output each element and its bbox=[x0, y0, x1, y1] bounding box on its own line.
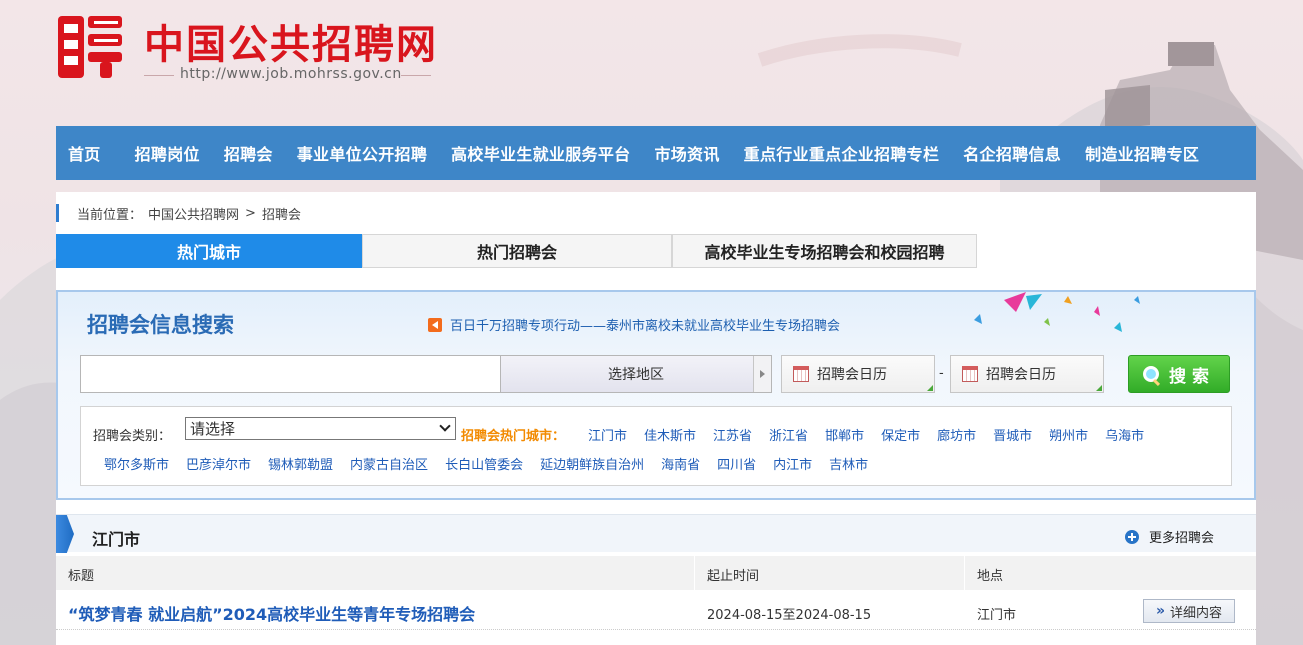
region-label: 选择地区 bbox=[608, 367, 664, 383]
results-section-title: 江门市 bbox=[92, 530, 141, 549]
pin-logo-icon[interactable] bbox=[56, 14, 124, 80]
tab-graduate-fairs[interactable]: 高校毕业生专场招聘会和校园招聘 bbox=[672, 234, 977, 268]
nav-home[interactable]: 首页 bbox=[56, 141, 113, 165]
category-tabs: 热门城市 热门招聘会 高校毕业生专场招聘会和校园招聘 bbox=[56, 234, 977, 268]
more-fairs-label: 更多招聘会 bbox=[1148, 531, 1214, 546]
nav-public-institutions[interactable]: 事业单位公开招聘 bbox=[285, 141, 439, 165]
city-link[interactable]: 内江市 bbox=[773, 454, 812, 473]
table-row: “筑梦青春 就业启航”2024高校毕业生等青年专场招聘会 2024-08-15至… bbox=[56, 592, 1256, 630]
confetti-decoration bbox=[974, 292, 1140, 332]
city-link[interactable]: 鄂尔多斯市 bbox=[104, 454, 169, 473]
search-button-label: 搜索 bbox=[1169, 366, 1215, 387]
city-link[interactable]: 浙江省 bbox=[769, 425, 808, 444]
category-value: 请选择 bbox=[190, 420, 236, 438]
fair-title-link[interactable]: “筑梦青春 就业启航”2024高校毕业生等青年专场招聘会 bbox=[68, 601, 475, 625]
city-link[interactable]: 朔州市 bbox=[1049, 425, 1088, 444]
nav-key-industries[interactable]: 重点行业重点企业招聘专栏 bbox=[732, 141, 952, 165]
tab-hot-fairs[interactable]: 热门招聘会 bbox=[362, 234, 672, 268]
site-title[interactable]: 中国公共招聘网 bbox=[144, 12, 438, 70]
tab-hot-cities[interactable]: 热门城市 bbox=[56, 234, 362, 268]
filter-box: 招聘会类别： 请选择 招聘会热门城市： 江门市 佳木斯市 江苏省 浙江省 邯郸市… bbox=[80, 406, 1232, 486]
url-divider-left bbox=[144, 75, 174, 76]
city-link[interactable]: 吉林市 bbox=[829, 454, 868, 473]
city-link[interactable]: 江苏省 bbox=[713, 425, 752, 444]
category-label: 招聘会类别： bbox=[93, 429, 172, 444]
city-link[interactable]: 海南省 bbox=[661, 454, 700, 473]
city-link[interactable]: 锡林郭勒盟 bbox=[268, 454, 333, 473]
start-date-label: 招聘会日历 bbox=[817, 367, 887, 383]
city-link[interactable]: 延边朝鲜族自治州 bbox=[540, 454, 644, 473]
end-date-label: 招聘会日历 bbox=[986, 367, 1056, 383]
city-link[interactable]: 四川省 bbox=[717, 454, 756, 473]
breadcrumb-current: 招聘会 bbox=[261, 207, 301, 223]
hot-cities-row-2: 鄂尔多斯市 巴彦淖尔市 锡林郭勒盟 内蒙古自治区 长白山管委会 延边朝鲜族自治州… bbox=[104, 454, 885, 473]
plus-circle-icon bbox=[1124, 529, 1139, 544]
city-link[interactable]: 佳木斯市 bbox=[644, 425, 696, 444]
chevron-right-icon[interactable] bbox=[753, 356, 771, 392]
column-divider bbox=[964, 556, 965, 590]
nav-manufacturing[interactable]: 制造业招聘专区 bbox=[1073, 141, 1211, 165]
hot-cities-label: 招聘会热门城市： bbox=[461, 429, 566, 444]
search-panel: 招聘会信息搜索 百日千万招聘专项行动——泰州市离校未就业高校毕业生专场招聘会 选… bbox=[56, 290, 1256, 500]
main-content: 当前位置： 中国公共招聘网 > 招聘会 热门城市 热门招聘会 高校毕业生专场招聘… bbox=[56, 192, 1256, 645]
calendar-icon bbox=[962, 366, 978, 382]
breadcrumb-separator: > bbox=[245, 205, 256, 221]
city-link[interactable]: 内蒙古自治区 bbox=[350, 454, 428, 473]
fair-dates: 2024-08-15至2024-08-15 bbox=[707, 608, 872, 623]
results-header: 江门市 更多招聘会 bbox=[56, 514, 1256, 553]
dropdown-corner-icon bbox=[927, 385, 933, 391]
city-link[interactable]: 乌海市 bbox=[1105, 425, 1144, 444]
url-divider-right bbox=[401, 75, 431, 76]
date-range-dash: - bbox=[939, 366, 944, 381]
column-location: 地点 bbox=[977, 569, 1004, 584]
city-link[interactable]: 长白山管委会 bbox=[445, 454, 523, 473]
speaker-icon bbox=[428, 317, 442, 332]
table-header: 标题 起止时间 地点 bbox=[56, 556, 1256, 590]
city-link[interactable]: 保定市 bbox=[881, 425, 920, 444]
double-chevron-right-icon: » bbox=[1155, 603, 1166, 619]
city-link[interactable]: 江门市 bbox=[588, 425, 627, 444]
city-link[interactable]: 廊坊市 bbox=[937, 425, 976, 444]
search-panel-title: 招聘会信息搜索 bbox=[87, 313, 234, 337]
column-dates: 起止时间 bbox=[707, 569, 760, 584]
notice-link[interactable]: 百日千万招聘专项行动——泰州市离校未就业高校毕业生专场招聘会 bbox=[428, 315, 840, 334]
nav-graduate-platform[interactable]: 高校毕业生就业服务平台 bbox=[439, 141, 642, 165]
dropdown-corner-icon bbox=[1096, 385, 1102, 391]
detail-button-label: 详细内容 bbox=[1170, 605, 1223, 621]
breadcrumb-prefix: 当前位置： bbox=[77, 207, 143, 223]
breadcrumb: 当前位置： 中国公共招聘网 > 招聘会 bbox=[56, 204, 301, 223]
detail-button[interactable]: » 详细内容 bbox=[1143, 599, 1235, 623]
calendar-icon bbox=[793, 366, 809, 382]
search-button[interactable]: 搜索 bbox=[1128, 355, 1230, 393]
breadcrumb-home[interactable]: 中国公共招聘网 bbox=[148, 204, 239, 223]
notice-text[interactable]: 百日千万招聘专项行动——泰州市离校未就业高校毕业生专场招聘会 bbox=[450, 315, 840, 334]
city-link[interactable]: 邯郸市 bbox=[825, 425, 864, 444]
column-divider bbox=[694, 556, 695, 590]
chevron-down-icon bbox=[439, 420, 451, 432]
region-selector[interactable]: 选择地区 bbox=[500, 355, 772, 393]
keyword-input[interactable] bbox=[80, 355, 501, 393]
city-link[interactable]: 巴彦淖尔市 bbox=[186, 454, 251, 473]
more-fairs-link[interactable]: 更多招聘会 bbox=[1124, 527, 1214, 546]
city-link[interactable]: 晋城市 bbox=[993, 425, 1032, 444]
fair-location: 江门市 bbox=[977, 608, 1017, 623]
nav-job-fairs[interactable]: 招聘会 bbox=[212, 141, 285, 165]
magnifier-icon bbox=[1143, 366, 1159, 382]
category-select[interactable]: 请选择 bbox=[185, 417, 456, 440]
hot-cities-row-1: 江门市 佳木斯市 江苏省 浙江省 邯郸市 保定市 廊坊市 晋城市 朔州市 乌海市 bbox=[588, 425, 1161, 444]
end-date-picker[interactable]: 招聘会日历 bbox=[950, 355, 1104, 393]
site-url: http://www.job.mohrss.gov.cn bbox=[180, 66, 402, 82]
column-title: 标题 bbox=[68, 569, 95, 584]
nav-famous-companies[interactable]: 名企招聘信息 bbox=[951, 141, 1073, 165]
nav-jobs[interactable]: 招聘岗位 bbox=[113, 141, 212, 165]
section-flag-icon bbox=[56, 515, 74, 553]
nav-market-news[interactable]: 市场资讯 bbox=[642, 141, 731, 165]
breadcrumb-bar bbox=[56, 204, 59, 222]
main-nav: 首页 招聘岗位 招聘会 事业单位公开招聘 高校毕业生就业服务平台 市场资讯 重点… bbox=[56, 126, 1256, 180]
start-date-picker[interactable]: 招聘会日历 bbox=[781, 355, 935, 393]
